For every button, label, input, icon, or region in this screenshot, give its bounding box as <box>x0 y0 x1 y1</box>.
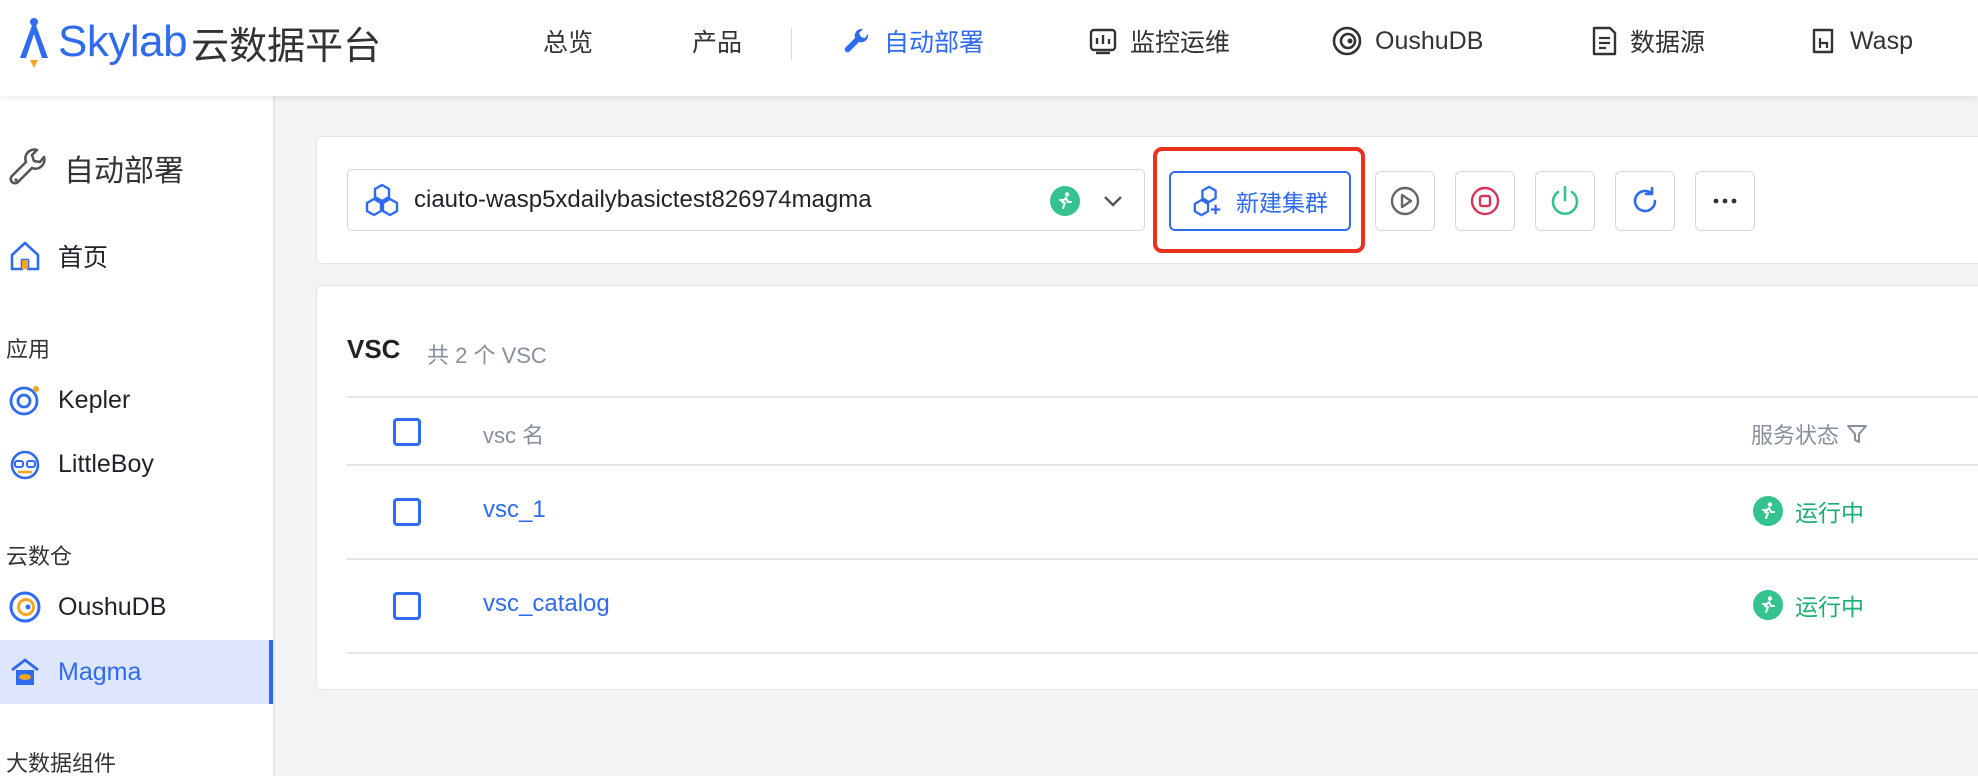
refresh-icon <box>1633 186 1657 213</box>
nav-wasp[interactable]: Wasp <box>1810 18 1913 64</box>
table-count: 共 2 个 VSC <box>427 343 547 368</box>
table-row: vsc_1 运行中 <box>347 466 1978 560</box>
sidebar-item-magma-label: Magma <box>58 657 142 686</box>
power-icon <box>1551 185 1579 215</box>
cluster-select-value: ciauto-wasp5xdailybasictest826974magma <box>414 186 872 213</box>
stop-icon <box>1470 186 1500 216</box>
sidebar-title: 自动部署 <box>8 146 184 190</box>
nav-monitoring[interactable]: 监控运维 <box>1088 18 1230 64</box>
nav-divider <box>791 28 792 60</box>
sidebar-item-magma[interactable]: Magma <box>0 640 273 704</box>
nav-products-label: 产品 <box>692 29 743 57</box>
magma-icon <box>8 655 42 689</box>
sidebar-group-bigdata: 大数据组件 <box>6 751 117 776</box>
nav-auto-deploy[interactable]: 自动部署 <box>842 18 984 64</box>
play-icon <box>1390 186 1420 216</box>
column-header-status-label: 服务状态 <box>1751 423 1840 448</box>
wasp-icon <box>1812 28 1834 54</box>
sidebar-item-home-label: 首页 <box>58 244 109 272</box>
status-badge: 运行中 <box>1753 588 1864 622</box>
nav-oushudb[interactable]: OushuDB <box>1331 18 1483 64</box>
running-icon <box>1753 496 1783 526</box>
filter-icon[interactable] <box>1845 422 1869 446</box>
power-button[interactable] <box>1535 171 1595 231</box>
nav-products[interactable]: 产品 <box>692 18 742 64</box>
skylab-logo-icon <box>20 18 48 68</box>
more-button[interactable] <box>1695 171 1755 231</box>
row-checkbox[interactable] <box>393 498 421 526</box>
wrench-icon <box>844 28 869 53</box>
nav-oushudb-label: OushuDB <box>1375 26 1484 55</box>
sidebar-item-kepler-label: Kepler <box>58 385 131 414</box>
cluster-icon <box>365 183 399 217</box>
stop-button[interactable] <box>1455 171 1515 231</box>
row-checkbox[interactable] <box>393 592 421 620</box>
sidebar: 自动部署 首页 应用 Kepler LittleBoy 云数仓 OushuDB … <box>0 96 275 776</box>
chevron-down-icon <box>1104 196 1122 207</box>
brand-name: Skylab <box>58 17 188 66</box>
status-label: 运行中 <box>1795 500 1864 526</box>
wrench-outline-icon <box>9 148 46 185</box>
table-row: vsc_catalog 运行中 <box>347 560 1978 654</box>
nav-monitoring-label: 监控运维 <box>1130 29 1231 57</box>
new-cluster-label: 新建集群 <box>1236 190 1328 216</box>
running-icon <box>1753 590 1783 620</box>
sidebar-item-oushudb[interactable]: OushuDB <box>0 575 273 639</box>
sidebar-item-littleboy-label: LittleBoy <box>58 449 154 478</box>
vsc-table-card: VSC 共 2 个 VSC vsc 名 服务状态 vsc_1 运行中 vsc_c… <box>316 285 1978 690</box>
sidebar-item-oushudb-label: OushuDB <box>58 592 167 621</box>
vsc-name-link[interactable]: vsc_catalog <box>483 590 610 618</box>
nav-datasource-label: 数据源 <box>1630 29 1706 57</box>
sidebar-title-label: 自动部署 <box>64 155 184 188</box>
cluster-select[interactable]: ciauto-wasp5xdailybasictest826974magma <box>347 169 1145 231</box>
home-icon <box>8 239 42 273</box>
littleboy-icon <box>8 447 42 481</box>
sidebar-group-apps: 应用 <box>6 337 51 362</box>
new-cluster-button[interactable]: 新建集群 <box>1169 171 1351 231</box>
cluster-toolbar: ciauto-wasp5xdailybasictest826974magma 新… <box>316 136 1978 264</box>
select-all-checkbox[interactable] <box>393 418 421 446</box>
status-badge: 运行中 <box>1753 494 1864 528</box>
nav-overview-label: 总览 <box>543 29 594 57</box>
kepler-icon <box>8 383 42 417</box>
brand-subtitle: 云数据平台 <box>191 25 382 68</box>
vsc-name-link[interactable]: vsc_1 <box>483 496 546 524</box>
document-icon <box>1592 26 1617 56</box>
running-icon <box>1050 186 1080 216</box>
nav-datasource[interactable]: 数据源 <box>1590 18 1705 64</box>
nav-auto-deploy-label: 自动部署 <box>884 29 985 57</box>
table-header: vsc 名 服务状态 <box>347 396 1978 466</box>
sidebar-group-warehouse: 云数仓 <box>6 544 73 569</box>
sidebar-item-littleboy[interactable]: LittleBoy <box>0 432 273 496</box>
sidebar-item-kepler[interactable]: Kepler <box>0 368 273 432</box>
more-icon <box>1713 198 1737 204</box>
oushudb-icon <box>1332 26 1362 56</box>
dashboard-icon <box>1089 28 1117 55</box>
column-header-status[interactable]: 服务状态 <box>1751 418 1869 450</box>
status-label: 运行中 <box>1795 594 1864 620</box>
oushudb-icon <box>8 590 42 624</box>
start-button[interactable] <box>1375 171 1435 231</box>
cluster-add-icon <box>1193 185 1221 217</box>
sidebar-item-home[interactable]: 首页 <box>0 224 273 288</box>
brand-logo[interactable]: Skylab 云数据平台 <box>14 14 381 70</box>
nav-overview[interactable]: 总览 <box>543 18 593 64</box>
nav-wasp-label: Wasp <box>1850 26 1913 55</box>
table-title: VSC <box>347 334 401 364</box>
top-navbar: Skylab 云数据平台 总览 产品 自动部署 监控运维 OushuDB 数据源… <box>0 0 1978 96</box>
column-header-name: vsc 名 <box>483 423 545 448</box>
refresh-button[interactable] <box>1615 171 1675 231</box>
